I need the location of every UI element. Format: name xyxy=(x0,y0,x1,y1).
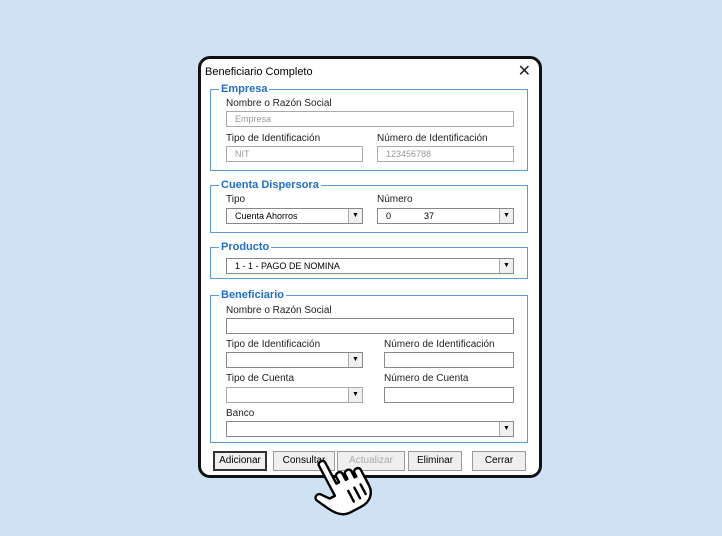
beneficiario-tipo-cuenta-label: Tipo de Cuenta xyxy=(226,373,295,384)
cerrar-button[interactable]: Cerrar xyxy=(472,451,526,471)
chevron-down-icon[interactable]: ▼ xyxy=(348,388,362,402)
beneficiario-numero-cuenta-label: Número de Cuenta xyxy=(384,373,469,384)
beneficiario-numero-id-field[interactable] xyxy=(384,352,514,368)
empresa-numero-field[interactable]: 123456788 xyxy=(377,146,514,162)
cuenta-dispersora-group: Cuenta Dispersora xyxy=(210,179,528,233)
cuenta-numero-value-b: 37 xyxy=(424,211,435,221)
cuenta-tipo-label: Tipo xyxy=(226,194,246,205)
beneficiario-dialog: Beneficiario Completo ✕ Empresa Nombre o… xyxy=(198,56,542,478)
empresa-legend: Empresa xyxy=(221,83,268,95)
hand-pointer-icon xyxy=(314,459,372,516)
empresa-tipo-label: Tipo de Identificación xyxy=(226,133,321,144)
empresa-nombre-label: Nombre o Razón Social xyxy=(226,98,332,109)
chevron-down-icon[interactable]: ▼ xyxy=(499,259,513,273)
cuenta-numero-value-a: 0 xyxy=(386,211,392,221)
chevron-down-icon[interactable]: ▼ xyxy=(499,422,513,436)
eliminar-button[interactable]: Eliminar xyxy=(408,451,462,471)
empresa-nombre-field[interactable]: Empresa xyxy=(226,111,514,127)
producto-select[interactable]: 1 - 1 - PAGO DE NOMINA ▼ xyxy=(226,258,514,274)
beneficiario-nombre-label: Nombre o Razón Social xyxy=(226,305,332,316)
close-icon[interactable]: ✕ xyxy=(518,62,531,82)
adicionar-button[interactable]: Adicionar xyxy=(213,451,267,471)
beneficiario-nombre-field[interactable] xyxy=(226,318,514,334)
chevron-down-icon[interactable]: ▼ xyxy=(348,209,362,223)
beneficiario-tipo-id-select[interactable]: ▼ xyxy=(226,352,363,368)
beneficiario-numero-id-label: Número de Identificación xyxy=(384,339,495,350)
cuenta-dispersora-legend: Cuenta Dispersora xyxy=(221,179,319,191)
window-title: Beneficiario Completo xyxy=(205,66,313,78)
chevron-down-icon[interactable]: ▼ xyxy=(499,209,513,223)
beneficiario-tipo-id-label: Tipo de Identificación xyxy=(226,339,321,350)
beneficiario-banco-label: Banco xyxy=(226,408,255,419)
cuenta-tipo-select[interactable]: Cuenta Ahorros ▼ xyxy=(226,208,363,224)
empresa-tipo-field[interactable]: NIT xyxy=(226,146,363,162)
beneficiario-banco-select[interactable]: ▼ xyxy=(226,421,514,437)
producto-value: 1 - 1 - PAGO DE NOMINA xyxy=(235,261,340,271)
beneficiario-tipo-cuenta-select[interactable]: ▼ xyxy=(226,387,363,403)
chevron-down-icon[interactable]: ▼ xyxy=(348,353,362,367)
beneficiario-numero-cuenta-field[interactable] xyxy=(384,387,514,403)
cuenta-numero-select[interactable]: 0 37 ▼ xyxy=(377,208,514,224)
producto-legend: Producto xyxy=(221,241,270,253)
cuenta-tipo-value: Cuenta Ahorros xyxy=(235,211,298,221)
cuenta-numero-label: Número xyxy=(377,194,413,205)
empresa-numero-label: Número de Identificación xyxy=(377,133,488,144)
beneficiario-legend: Beneficiario xyxy=(221,289,284,301)
